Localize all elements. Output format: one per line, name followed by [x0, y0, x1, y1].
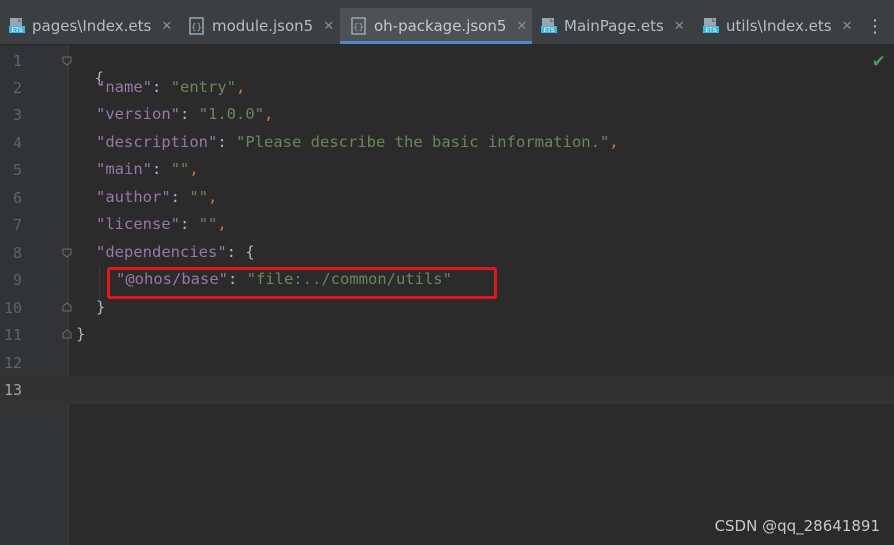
json-key: "license" [96, 215, 180, 233]
line-number: 2 [12, 79, 22, 97]
line-number: 3 [12, 106, 22, 124]
line-number: 6 [12, 189, 22, 207]
json-key: "name" [96, 78, 152, 96]
ets-file-icon: ETS [702, 17, 720, 35]
svg-text:ETS: ETS [11, 27, 22, 34]
close-icon[interactable]: ✕ [161, 19, 172, 34]
tab-label: module.json5 [212, 17, 314, 35]
json-value: "" [189, 188, 209, 206]
code-token: : [217, 133, 227, 151]
code-token: : [152, 78, 162, 96]
code-token: : [226, 243, 236, 261]
close-icon[interactable]: ✕ [674, 19, 685, 34]
ets-file-icon: ETS [540, 17, 558, 35]
code-token: , [189, 160, 199, 178]
json5-file-icon: {} [188, 17, 206, 35]
line-number: 4 [12, 134, 22, 152]
code-token: , [217, 215, 227, 233]
line-number: 11 [3, 326, 22, 344]
fold-marker-icon[interactable] [62, 56, 72, 66]
svg-text:ETS: ETS [543, 27, 554, 34]
code-token: : [180, 105, 190, 123]
svg-text:{}: {} [191, 23, 202, 33]
editor-tab-bar: ETS pages\Index.ets ✕ {} module.json5 ✕ … [0, 8, 894, 45]
no-problems-check-icon[interactable]: ✔ [872, 52, 886, 72]
code-token: : [180, 215, 190, 233]
line-number-current: 13 [3, 381, 22, 399]
more-tabs-icon[interactable]: ⋮ [866, 16, 884, 37]
tab-oh-package-json5[interactable]: {} oh-package.json5 ✕ [340, 8, 532, 44]
code-token: , [208, 188, 218, 206]
tab-label: oh-package.json5 [374, 17, 507, 35]
json-key: "main" [96, 160, 152, 178]
code-line: "description": "Please describe the basi… [96, 133, 619, 151]
close-icon[interactable]: ✕ [323, 19, 334, 34]
tab-utils-index[interactable]: ETS utils\Index.ets ✕ [702, 8, 862, 44]
code-line: "author": "", [96, 188, 217, 206]
indent-guide [99, 266, 100, 300]
fold-end-marker-icon[interactable] [62, 302, 72, 312]
json-key: "version" [96, 105, 180, 123]
line-number: 5 [12, 161, 22, 179]
code-token: } [96, 298, 106, 316]
json-value: "1.0.0" [198, 105, 265, 123]
tab-label: utils\Index.ets [726, 17, 832, 35]
tab-pages-index[interactable]: ETS pages\Index.ets ✕ [8, 8, 178, 44]
line-number: 8 [12, 244, 22, 262]
code-token: , [609, 133, 619, 151]
line-number: 9 [12, 271, 22, 289]
json-value: "" [198, 215, 218, 233]
line-number: 1 [12, 52, 22, 70]
json-value: "entry" [170, 78, 237, 96]
tab-label: MainPage.ets [564, 17, 664, 35]
watermark: CSDN @qq_28641891 [714, 517, 880, 535]
tab-module-json5[interactable]: {} module.json5 ✕ [188, 8, 338, 44]
code-line: "license": "", [96, 215, 227, 233]
line-number: 10 [3, 299, 22, 317]
code-line: } [76, 325, 85, 343]
json-key: "dependencies" [96, 243, 227, 261]
fold-marker-icon[interactable] [62, 248, 72, 258]
code-token: } [76, 325, 86, 343]
tab-label: pages\Index.ets [32, 17, 152, 35]
svg-text:{}: {} [353, 23, 364, 33]
line-number: 7 [12, 216, 22, 234]
fold-end-marker-icon[interactable] [62, 329, 72, 339]
json-value: "Please describe the basic information." [236, 133, 610, 151]
close-icon[interactable]: ✕ [516, 19, 527, 34]
code-token: { [245, 243, 255, 261]
svg-text:ETS: ETS [705, 27, 716, 34]
code-token: , [264, 105, 274, 123]
code-line: "version": "1.0.0", [96, 105, 273, 123]
code-line: "name": "entry", [96, 78, 245, 96]
close-icon[interactable]: ✕ [842, 19, 853, 34]
json5-file-icon: {} [350, 17, 368, 35]
json-value: "" [170, 160, 190, 178]
tab-mainpage-ets[interactable]: ETS MainPage.ets ✕ [540, 8, 692, 44]
code-token: , [236, 78, 246, 96]
code-line: } [96, 298, 105, 316]
json-key: "author" [96, 188, 171, 206]
code-line: "main": "", [96, 160, 199, 178]
code-line: "dependencies": { [96, 243, 255, 261]
current-line-highlight [0, 376, 894, 404]
json-key: "description" [96, 133, 218, 151]
code-token: : [152, 160, 162, 178]
code-token: : [170, 188, 180, 206]
line-number: 12 [3, 354, 22, 372]
annotation-highlight-box [107, 267, 497, 299]
ets-file-icon: ETS [8, 17, 26, 35]
